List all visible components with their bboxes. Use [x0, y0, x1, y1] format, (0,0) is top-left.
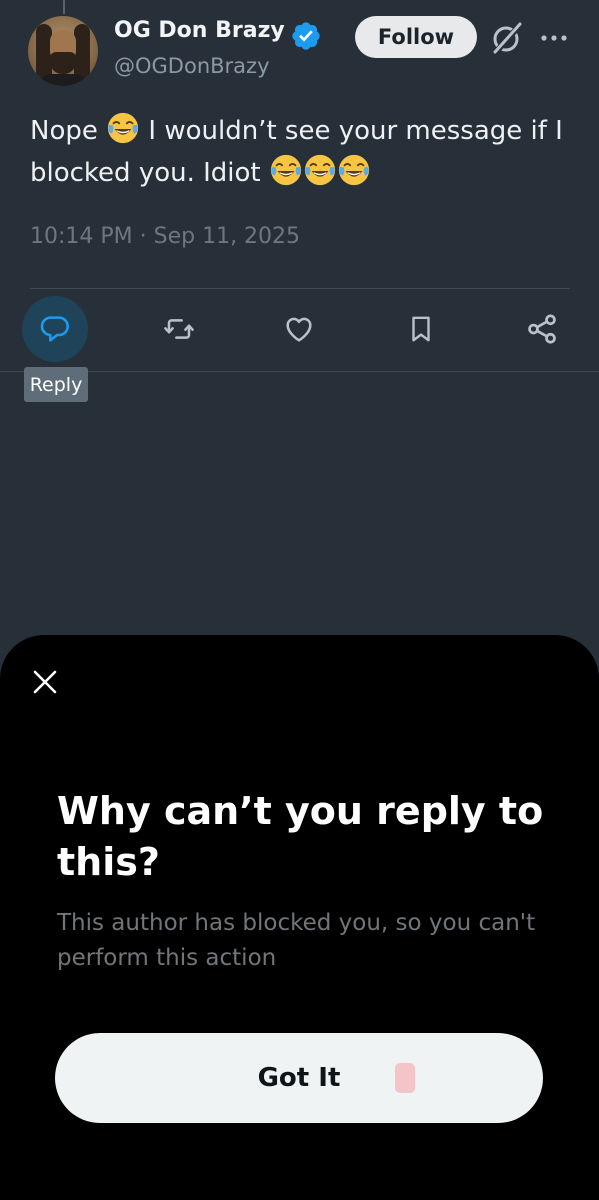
- thread-connector-line: [63, 0, 65, 14]
- more-options-icon[interactable]: [538, 28, 570, 48]
- tears-of-joy-emoji-icon: [270, 154, 302, 186]
- share-icon: [528, 314, 556, 344]
- reply-icon: [40, 316, 69, 342]
- author-name[interactable]: OG Don Brazy: [114, 18, 285, 43]
- avatar[interactable]: [28, 16, 98, 86]
- avatar-shirt: [36, 74, 90, 86]
- grok-icon[interactable]: [490, 22, 524, 54]
- divider: [0, 371, 599, 372]
- reply-tooltip: Reply: [24, 367, 88, 402]
- tears-of-joy-emoji-icon: [108, 112, 139, 144]
- divider: [30, 288, 570, 289]
- share-button[interactable]: [517, 304, 567, 354]
- pink-marker: [395, 1063, 415, 1093]
- got-it-button[interactable]: Got It: [55, 1033, 543, 1123]
- tears-of-joy-emoji-icon: [304, 154, 336, 186]
- author-handle[interactable]: @OGDonBrazy: [114, 54, 270, 78]
- like-button[interactable]: [274, 304, 324, 354]
- repost-button[interactable]: [154, 304, 204, 354]
- heart-icon: [286, 317, 312, 342]
- sheet-description: This author has blocked you, so you can'…: [57, 910, 536, 971]
- sheet-title: Why can’t you reply to this?: [57, 789, 544, 884]
- tweet-text: Nope I wouldn’t see your message if I bl…: [30, 110, 575, 194]
- avatar-beard: [50, 52, 76, 74]
- tweet-text-part: Nope: [30, 116, 107, 146]
- bookmark-button[interactable]: [396, 304, 446, 354]
- verified-badge-icon: [292, 22, 320, 50]
- tears-of-joy-emoji-icon: [338, 154, 370, 186]
- close-icon[interactable]: [28, 665, 62, 699]
- bookmark-icon: [412, 316, 430, 342]
- reply-button[interactable]: [30, 304, 80, 354]
- follow-button[interactable]: Follow: [355, 16, 477, 58]
- got-it-label: Got It: [257, 1063, 341, 1093]
- repost-icon: [164, 319, 194, 339]
- tweet-timestamp[interactable]: 10:14 PM · Sep 11, 2025: [30, 224, 300, 249]
